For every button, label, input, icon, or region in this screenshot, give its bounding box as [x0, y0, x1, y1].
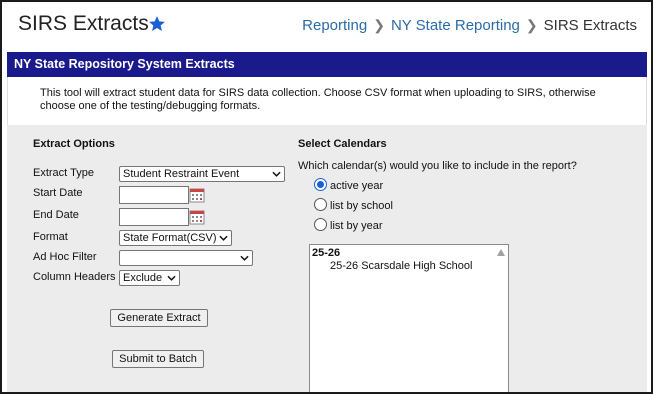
column-headers-select[interactable]: Exclude [119, 270, 180, 286]
app-window: SIRS Extracts Reporting ❯ NY State Repor… [0, 0, 653, 394]
select-calendars-title: Select Calendars [298, 138, 387, 150]
chevron-right-icon: ❯ [373, 17, 385, 33]
tool-description: This tool will extract student data for … [7, 77, 647, 125]
radio-list-by-school-label: list by school [330, 200, 393, 212]
page-title: SIRS Extracts [18, 12, 149, 35]
format-label: Format [33, 231, 68, 243]
dropdown-caret-icon [167, 275, 176, 281]
extract-type-value: Student Restraint Event [123, 168, 240, 180]
generate-extract-button[interactable]: Generate Extract [110, 309, 208, 327]
extract-options-title: Extract Options [33, 138, 115, 150]
calendar-listbox[interactable]: 25-26 25-26 Scarsdale High School [309, 244, 509, 392]
start-date-label: Start Date [33, 187, 83, 199]
dropdown-caret-icon [272, 171, 281, 177]
breadcrumb-reporting[interactable]: Reporting [302, 17, 367, 34]
radio-active-year[interactable] [314, 178, 327, 191]
page-header: SIRS Extracts Reporting ❯ NY State Repor… [2, 2, 651, 48]
scroll-up-icon[interactable] [496, 248, 506, 257]
calendar-icon[interactable] [189, 209, 206, 226]
radio-active-year-label: active year [330, 180, 384, 192]
column-headers-value: Exclude [123, 272, 163, 284]
breadcrumb-current: SIRS Extracts [543, 17, 637, 34]
dropdown-caret-icon [219, 235, 228, 241]
column-headers-label: Column Headers [33, 271, 116, 283]
calendar-question: Which calendar(s) would you like to incl… [298, 160, 577, 172]
star-icon[interactable] [148, 15, 166, 33]
breadcrumb: Reporting ❯ NY State Reporting ❯ SIRS Ex… [302, 17, 637, 34]
dropdown-caret-icon [240, 255, 249, 261]
format-select[interactable]: State Format(CSV) [119, 230, 232, 246]
calendar-option[interactable]: 25-26 Scarsdale High School [330, 260, 472, 272]
chevron-right-icon: ❯ [525, 17, 538, 33]
section-banner: NY State Repository System Extracts [7, 52, 647, 77]
calendar-icon[interactable] [189, 187, 206, 204]
radio-list-by-school[interactable] [314, 198, 327, 211]
ad-hoc-filter-select[interactable] [119, 250, 253, 266]
end-date-label: End Date [33, 209, 79, 221]
submit-to-batch-button[interactable]: Submit to Batch [112, 350, 204, 368]
extract-type-label: Extract Type [33, 167, 94, 179]
format-value: State Format(CSV) [123, 232, 217, 244]
radio-list-by-year[interactable] [314, 218, 327, 231]
breadcrumb-ny-state-reporting[interactable]: NY State Reporting [391, 17, 520, 34]
extract-type-select[interactable]: Student Restraint Event [119, 166, 285, 182]
end-date-input[interactable] [119, 208, 189, 226]
calendar-group-label: 25-26 [312, 247, 341, 259]
radio-list-by-year-label: list by year [330, 220, 383, 232]
extract-panel: Extract Options Extract Type Student Res… [7, 125, 647, 392]
ad-hoc-filter-label: Ad Hoc Filter [33, 251, 97, 263]
start-date-input[interactable] [119, 186, 189, 204]
